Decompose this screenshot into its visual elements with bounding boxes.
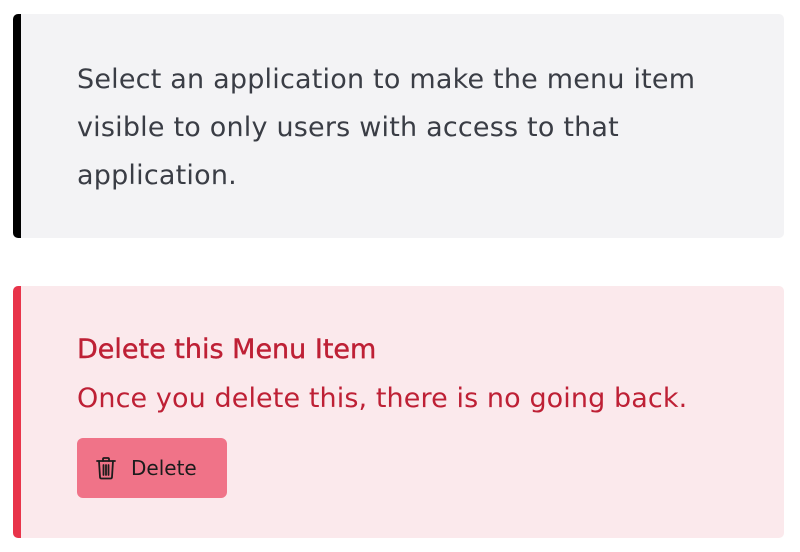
info-callout: Select an application to make the menu i… bbox=[13, 14, 784, 238]
delete-button[interactable]: Delete bbox=[77, 438, 227, 498]
trash-icon bbox=[95, 456, 117, 480]
info-text: Select an application to make the menu i… bbox=[77, 64, 696, 191]
danger-zone-description: Once you delete this, there is no going … bbox=[77, 383, 688, 414]
danger-zone: Delete this Menu Item Once you delete th… bbox=[13, 286, 784, 538]
danger-zone-title: Delete this Menu Item bbox=[77, 334, 377, 365]
delete-button-label: Delete bbox=[131, 456, 197, 480]
